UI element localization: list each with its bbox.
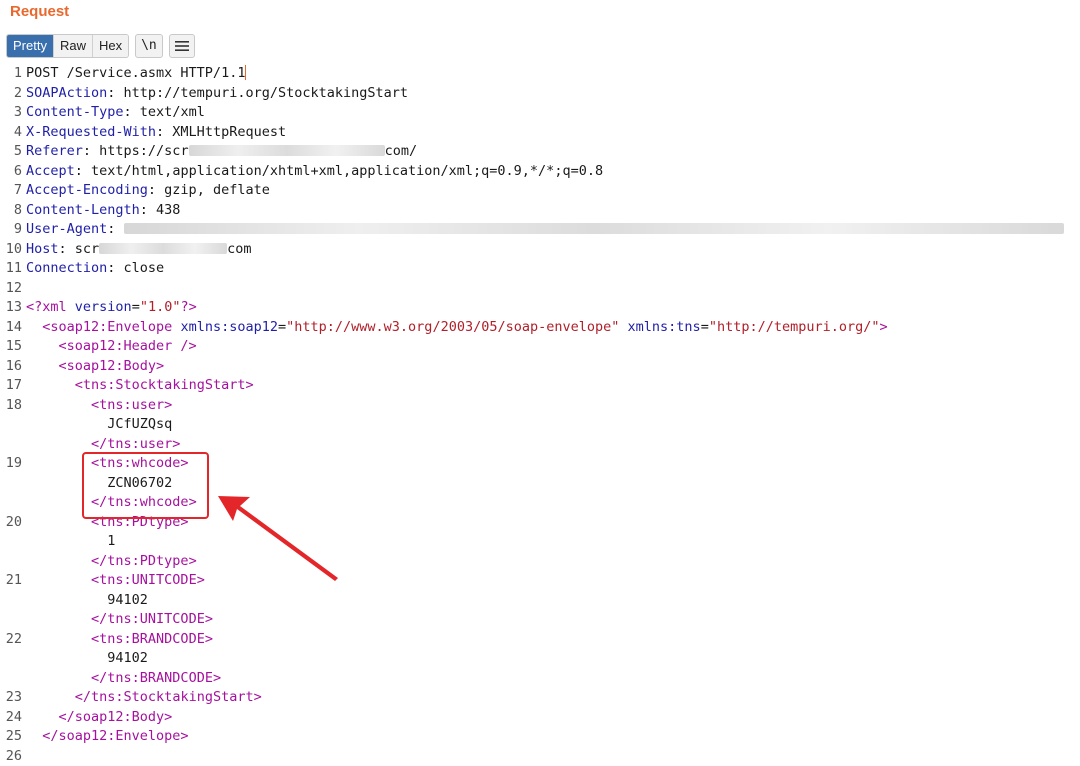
code-line[interactable]: 17 <tns:StocktakingStart> [0, 376, 1080, 396]
code-line[interactable]: 15 <soap12:Header /> [0, 337, 1080, 357]
code-text: Host: scrcom [26, 240, 252, 260]
line-number: 6 [4, 162, 22, 182]
code-text: <?xml version="1.0"?> [26, 298, 197, 318]
code-line[interactable]: </tns:UNITCODE> [0, 610, 1080, 630]
line-number: 7 [4, 181, 22, 201]
code-line[interactable]: 9User-Agent: [0, 220, 1080, 240]
tab-hex[interactable]: Hex [93, 35, 128, 57]
line-number: 5 [4, 142, 22, 162]
code-text: Content-Length: 438 [26, 201, 180, 221]
line-number: 22 [4, 630, 22, 650]
line-number: 21 [4, 571, 22, 591]
code-line[interactable]: 1 [0, 532, 1080, 552]
tab-pretty[interactable]: Pretty [7, 35, 54, 57]
code-line[interactable]: 11Connection: close [0, 259, 1080, 279]
code-line[interactable]: 12 [0, 279, 1080, 299]
code-line[interactable]: 2SOAPAction: http://tempuri.org/Stocktak… [0, 84, 1080, 104]
line-number: 18 [4, 396, 22, 416]
code-text: Connection: close [26, 259, 164, 279]
code-line[interactable]: 10Host: scrcom [0, 240, 1080, 260]
code-line[interactable]: 94102 [0, 649, 1080, 669]
code-line[interactable]: </tns:PDtype> [0, 552, 1080, 572]
code-text: X-Requested-With: XMLHttpRequest [26, 123, 286, 143]
tab-raw[interactable]: Raw [54, 35, 93, 57]
code-text: Content-Type: text/xml [26, 103, 205, 123]
code-line[interactable]: 23 </tns:StocktakingStart> [0, 688, 1080, 708]
code-line[interactable]: 21 <tns:UNITCODE> [0, 571, 1080, 591]
code-text: <tns:StocktakingStart> [26, 376, 254, 396]
line-number: 4 [4, 123, 22, 143]
line-number: 3 [4, 103, 22, 123]
line-number: 2 [4, 84, 22, 104]
line-number: 8 [4, 201, 22, 221]
view-toolbar: Pretty Raw Hex \n [6, 34, 195, 58]
code-text: <tns:user> [26, 396, 172, 416]
code-text: 94102 [26, 649, 148, 669]
code-text: JCfUZQsq [26, 415, 172, 435]
code-line[interactable]: 13<?xml version="1.0"?> [0, 298, 1080, 318]
code-line[interactable]: 24 </soap12:Body> [0, 708, 1080, 728]
line-number: 11 [4, 259, 22, 279]
line-number: 10 [4, 240, 22, 260]
whcode-highlight-box [82, 452, 209, 519]
code-text: <tns:UNITCODE> [26, 571, 205, 591]
code-line[interactable]: 8Content-Length: 438 [0, 201, 1080, 221]
hamburger-menu-icon [175, 40, 189, 52]
line-number: 15 [4, 337, 22, 357]
code-text: </tns:PDtype> [26, 552, 197, 572]
code-line[interactable]: 25 </soap12:Envelope> [0, 727, 1080, 747]
code-line[interactable]: JCfUZQsq [0, 415, 1080, 435]
code-line[interactable]: 16 <soap12:Body> [0, 357, 1080, 377]
line-number: 23 [4, 688, 22, 708]
code-text: </soap12:Body> [26, 708, 172, 728]
code-line[interactable]: 26 [0, 747, 1080, 766]
code-text: <soap12:Body> [26, 357, 164, 377]
code-line[interactable]: 5Referer: https://scrcom/ [0, 142, 1080, 162]
code-text: POST /Service.asmx HTTP/1.1 [26, 64, 246, 84]
code-line[interactable]: 4X-Requested-With: XMLHttpRequest [0, 123, 1080, 143]
code-text: 1 [26, 532, 115, 552]
line-number: 9 [4, 220, 22, 240]
code-line[interactable]: 1POST /Service.asmx HTTP/1.1 [0, 64, 1080, 84]
code-line[interactable]: 14 <soap12:Envelope xmlns:soap12="http:/… [0, 318, 1080, 338]
code-text: <soap12:Header /> [26, 337, 197, 357]
code-text: Accept: text/html,application/xhtml+xml,… [26, 162, 603, 182]
code-line[interactable]: 22 <tns:BRANDCODE> [0, 630, 1080, 650]
line-number: 13 [4, 298, 22, 318]
code-line[interactable]: 6Accept: text/html,application/xhtml+xml… [0, 162, 1080, 182]
code-line[interactable]: 7Accept-Encoding: gzip, deflate [0, 181, 1080, 201]
code-text: <soap12:Envelope xmlns:soap12="http://ww… [26, 318, 888, 338]
code-line[interactable]: </tns:BRANDCODE> [0, 669, 1080, 689]
line-number: 14 [4, 318, 22, 338]
line-number: 17 [4, 376, 22, 396]
code-text: User-Agent: [26, 220, 1064, 240]
view-mode-switcher: Pretty Raw Hex [6, 34, 129, 58]
code-text: </tns:StocktakingStart> [26, 688, 262, 708]
code-text: Referer: https://scrcom/ [26, 142, 417, 162]
request-editor[interactable]: 1POST /Service.asmx HTTP/1.12SOAPAction:… [0, 64, 1080, 766]
code-text: 94102 [26, 591, 148, 611]
line-number: 25 [4, 727, 22, 747]
line-number: 12 [4, 279, 22, 299]
show-newlines-button[interactable]: \n [135, 34, 163, 58]
line-number: 26 [4, 747, 22, 766]
code-text: <tns:BRANDCODE> [26, 630, 213, 650]
code-text: Accept-Encoding: gzip, deflate [26, 181, 270, 201]
code-text: </soap12:Envelope> [26, 727, 189, 747]
line-number: 24 [4, 708, 22, 728]
line-number: 19 [4, 454, 22, 474]
code-line[interactable]: 18 <tns:user> [0, 396, 1080, 416]
panel-title: Request [10, 3, 69, 20]
code-text: </tns:BRANDCODE> [26, 669, 221, 689]
code-line[interactable]: 3Content-Type: text/xml [0, 103, 1080, 123]
code-text: SOAPAction: http://tempuri.org/Stocktaki… [26, 84, 408, 104]
menu-button[interactable] [169, 34, 195, 58]
line-number: 1 [4, 64, 22, 84]
line-number: 16 [4, 357, 22, 377]
code-line[interactable]: 94102 [0, 591, 1080, 611]
code-text: </tns:UNITCODE> [26, 610, 213, 630]
line-number: 20 [4, 513, 22, 533]
